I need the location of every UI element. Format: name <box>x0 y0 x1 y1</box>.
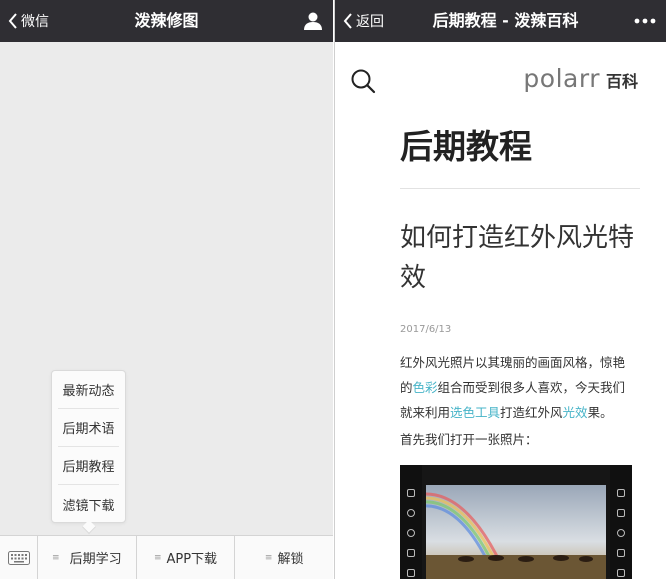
article-paragraph: 红外风光照片以其瑰丽的画面风格，惊艳的色彩组合而受到很多人喜欢，今天我们就来利用… <box>400 350 636 425</box>
section-title: 后期教程 <box>400 127 532 166</box>
tool-icon <box>407 489 415 497</box>
tool-icon <box>617 509 625 517</box>
article-paragraph-2: 首先我们打开一张照片： <box>400 432 538 447</box>
rainbow-landscape-photo <box>426 485 606 579</box>
tool-icon <box>617 529 625 537</box>
editor-left-toolbar <box>400 465 422 579</box>
menu-button-unlock[interactable]: ≡ 解锁 <box>235 536 333 579</box>
tool-icon <box>617 489 625 497</box>
submenu-popup: 最新动态 后期术语 后期教程 滤镜下载 <box>51 370 126 523</box>
keyboard-icon <box>7 550 30 565</box>
submenu-item-tutorials[interactable]: 后期教程 <box>58 447 119 485</box>
divider <box>400 188 640 189</box>
menu-lines-icon: ≡ <box>264 552 273 563</box>
more-button[interactable] <box>634 0 656 42</box>
tool-icon <box>407 549 415 557</box>
tool-icon <box>407 509 415 517</box>
link-color[interactable]: 色彩 <box>413 380 438 395</box>
paragraph-text: 果。 <box>587 405 613 420</box>
submenu-item-filters[interactable]: 滤镜下载 <box>58 485 119 523</box>
person-icon <box>304 12 322 30</box>
paragraph-text: 打造红外风 <box>500 405 563 420</box>
tool-icon <box>407 529 415 537</box>
menu-lines-icon: ≡ <box>52 552 60 563</box>
page-title: 后期教程 - 泼辣百科 <box>432 11 579 30</box>
bottom-menu-bar: ≡ 后期学习 ≡ APP下载 ≡ 解锁 <box>0 535 333 579</box>
menu-button-label: 后期学习 <box>69 552 122 567</box>
menu-button-label: 解锁 <box>277 552 304 567</box>
search-button[interactable] <box>350 68 376 98</box>
link-selective-color-tool[interactable]: 选色工具 <box>450 405 500 420</box>
menu-button-learning[interactable]: ≡ 后期学习 <box>38 536 137 579</box>
article-image[interactable] <box>400 465 632 579</box>
more-dots-icon <box>634 18 656 24</box>
tool-icon <box>407 569 415 577</box>
menu-button-label: APP下载 <box>166 552 218 567</box>
link-light-effect[interactable]: 光效 <box>563 405 588 420</box>
brand-header[interactable]: polarr 百科 <box>523 64 638 93</box>
left-screen: 微信 泼辣修图 最新动态 后期术语 后期教程 滤镜下载 ≡ 后期学习 ≡ APP… <box>0 0 333 579</box>
article-title[interactable]: 如何打造红外风光特效 <box>400 218 640 298</box>
keyboard-toggle-button[interactable] <box>0 536 38 579</box>
brand-suffix: 百科 <box>605 72 638 91</box>
editor-right-toolbar <box>610 465 632 579</box>
left-navbar: 微信 泼辣修图 <box>0 0 333 42</box>
article-date: 2017/6/13 <box>400 324 452 335</box>
tool-icon <box>617 549 625 557</box>
menu-button-app-download[interactable]: ≡ APP下载 <box>137 536 236 579</box>
rainbow-scene <box>426 485 606 579</box>
search-icon <box>351 69 376 94</box>
right-navbar: 返回 后期教程 - 泼辣百科 <box>335 0 666 42</box>
page-title: 泼辣修图 <box>134 11 199 30</box>
polarr-logo: polarr <box>523 64 600 93</box>
submenu-item-latest[interactable]: 最新动态 <box>58 371 119 409</box>
submenu-item-terms[interactable]: 后期术语 <box>58 409 119 447</box>
tool-icon <box>617 569 625 577</box>
profile-button[interactable] <box>303 0 323 42</box>
menu-lines-icon: ≡ <box>153 552 162 563</box>
